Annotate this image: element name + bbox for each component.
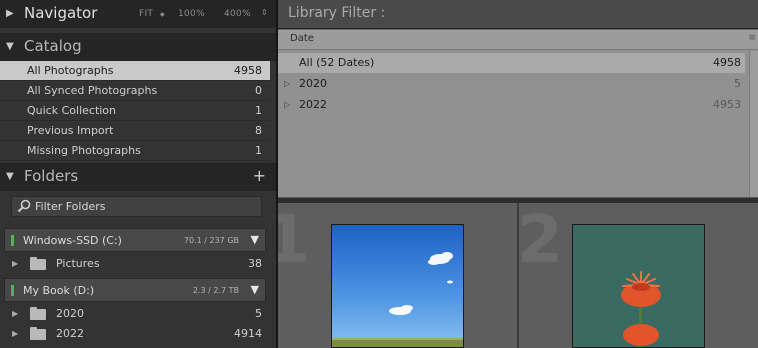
catalog-item-all-photographs[interactable]: All Photographs 4958 [0, 61, 270, 81]
column-menu-icon[interactable]: ≡ [748, 33, 756, 43]
catalog-header[interactable]: ▼ Catalog [0, 33, 276, 61]
folder-item-2022[interactable]: ▶ 2022 4914 [0, 324, 270, 344]
library-filter-bar: Library Filter : [278, 0, 758, 28]
catalog-item-count: 1 [255, 144, 262, 157]
volume-windows-ssd[interactable]: Windows-SSD (C:) 70.1 / 237 GB ▼ [4, 228, 266, 252]
date-row-label: 2022 [299, 98, 327, 111]
navigator-title: Navigator [24, 4, 98, 22]
catalog-item-previous-import[interactable]: Previous Import 8 [0, 121, 270, 141]
library-filter-title: Library Filter : [288, 5, 386, 21]
volume-dropdown-icon[interactable]: ▼ [251, 233, 259, 246]
folder-item-2020[interactable]: ▶ 2020 5 [0, 304, 270, 324]
folder-label: 2020 [56, 307, 84, 320]
catalog-item-missing-photographs[interactable]: Missing Photographs 1 [0, 141, 270, 161]
zoom-stepper-icon[interactable]: ⇕ [261, 8, 268, 17]
expand-triangle-icon[interactable]: ▶ [12, 309, 18, 318]
filter-folders-label: Filter Folders [35, 200, 106, 213]
date-row-2022[interactable]: ▷ 2022 4953 [278, 95, 745, 115]
grid-cell-number: 1 [278, 203, 310, 278]
volume-status-indicator [11, 285, 14, 296]
volume-dropdown-icon[interactable]: ▼ [251, 283, 259, 296]
folder-count: 5 [255, 307, 262, 320]
photo-thumbnail-sky[interactable] [331, 224, 464, 348]
date-row-label: All (52 Dates) [299, 56, 375, 69]
zoom-400[interactable]: 400% [224, 9, 251, 19]
catalog-item-label: Quick Collection [27, 104, 117, 117]
catalog-item-count: 0 [255, 84, 262, 97]
date-column-label: Date [290, 33, 314, 44]
date-row-count: 4953 [713, 98, 741, 111]
folders-title: Folders [24, 167, 79, 185]
catalog-item-label: Previous Import [27, 124, 114, 137]
catalog-item-count: 4958 [234, 64, 262, 77]
folder-icon [30, 257, 46, 270]
zoom-100[interactable]: 100% [178, 9, 205, 19]
expand-triangle-icon[interactable]: ▶ [12, 329, 18, 338]
catalog-item-label: Missing Photographs [27, 144, 141, 157]
navigator-header[interactable]: ▶ Navigator FIT ◆ 100% 400% ⇕ [0, 0, 276, 28]
photo-thumbnail-flower[interactable] [572, 224, 705, 348]
collapse-triangle-icon[interactable]: ▼ [6, 171, 14, 182]
folder-item-pictures[interactable]: ▶ Pictures 38 [0, 254, 270, 274]
date-row-2020[interactable]: ▷ 2020 5 [278, 74, 745, 94]
catalog-item-count: 1 [255, 104, 262, 117]
folders-header[interactable]: ▼ Folders + [0, 163, 276, 191]
search-icon [17, 199, 31, 213]
catalog-item-quick-collection[interactable]: Quick Collection 1 [0, 101, 270, 121]
volume-name: My Book (D:) [23, 284, 95, 297]
zoom-fit[interactable]: FIT [139, 9, 153, 19]
expand-triangle-icon[interactable]: ▶ [12, 259, 18, 268]
catalog-item-all-synced[interactable]: All Synced Photographs 0 [0, 81, 270, 101]
date-row-count: 5 [734, 77, 741, 90]
volume-size: 70.1 / 237 GB [183, 236, 239, 245]
grid-cell-number: 2 [519, 203, 563, 278]
expand-triangle-icon[interactable]: ▷ [284, 100, 290, 109]
folder-label: 2022 [56, 327, 84, 340]
catalog-item-label: All Photographs [27, 64, 114, 77]
add-folder-plus-icon[interactable]: + [253, 166, 266, 185]
date-row-label: 2020 [299, 77, 327, 90]
date-row-all[interactable]: All (52 Dates) 4958 [278, 53, 745, 73]
volume-status-indicator [11, 235, 14, 246]
catalog-item-label: All Synced Photographs [27, 84, 158, 97]
volume-my-book[interactable]: My Book (D:) 2.3 / 2.7 TB ▼ [4, 278, 266, 302]
volume-name: Windows-SSD (C:) [23, 234, 122, 247]
date-column-scrollbar[interactable] [749, 51, 758, 198]
date-filter-column: Date ≡ All (52 Dates) 4958 ▷ 2020 5 ▷ 20… [278, 29, 758, 198]
expand-triangle-icon[interactable]: ▶ [6, 8, 14, 19]
zoom-fit-caret-icon: ◆ [160, 11, 165, 18]
date-row-count: 4958 [713, 56, 741, 69]
filter-folders-input[interactable]: Filter Folders [11, 196, 262, 217]
catalog-title: Catalog [24, 37, 82, 55]
date-column-header[interactable]: Date ≡ [278, 30, 758, 50]
sky-field-photo [332, 225, 463, 347]
folder-icon [30, 327, 46, 340]
left-panel: ▶ Navigator FIT ◆ 100% 400% ⇕ ▼ Catalog … [0, 0, 276, 348]
flower-photo [573, 225, 704, 347]
folder-count: 4914 [234, 327, 262, 340]
catalog-item-count: 8 [255, 124, 262, 137]
folder-count: 38 [248, 257, 262, 270]
expand-triangle-icon[interactable]: ▷ [284, 79, 290, 88]
folder-icon [30, 307, 46, 320]
folder-label: Pictures [56, 257, 100, 270]
collapse-triangle-icon[interactable]: ▼ [6, 41, 14, 52]
volume-size: 2.3 / 2.7 TB [192, 286, 239, 295]
